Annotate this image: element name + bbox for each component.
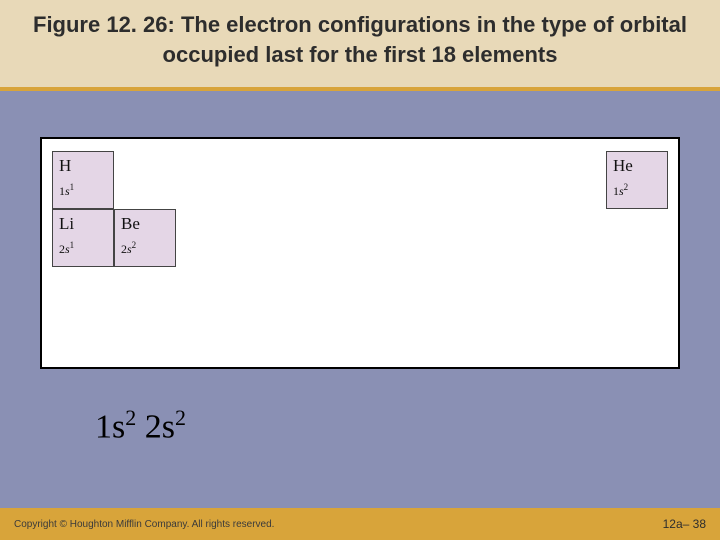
symbol: Be	[121, 214, 169, 234]
title-band: Figure 12. 26: The electron configuratio…	[0, 0, 720, 87]
symbol: Li	[59, 214, 107, 234]
footer: Copyright © Houghton Mifflin Company. Al…	[0, 508, 720, 540]
config: 1s2	[613, 182, 661, 199]
config: 1s1	[59, 182, 107, 199]
separator	[0, 87, 720, 91]
page-number: 12a– 38	[663, 517, 706, 531]
cell-h: H 1s1	[52, 151, 114, 209]
slide: Figure 12. 26: The electron configuratio…	[0, 0, 720, 540]
cell-he: He 1s2	[606, 151, 668, 209]
copyright-text: Copyright © Houghton Mifflin Company. Al…	[14, 519, 274, 530]
cell-li: Li 2s1	[52, 209, 114, 267]
config: 2s1	[59, 240, 107, 257]
cell-be: Be 2s2	[114, 209, 176, 267]
symbol: He	[613, 156, 661, 176]
config: 2s2	[121, 240, 169, 257]
periodic-figure: H 1s1 He 1s2 Li 2s1 Be 2s2	[40, 137, 680, 369]
figure-title: Figure 12. 26: The electron configuratio…	[30, 10, 690, 69]
electron-config-line: 1s2 2s2	[95, 405, 186, 446]
symbol: H	[59, 156, 107, 176]
